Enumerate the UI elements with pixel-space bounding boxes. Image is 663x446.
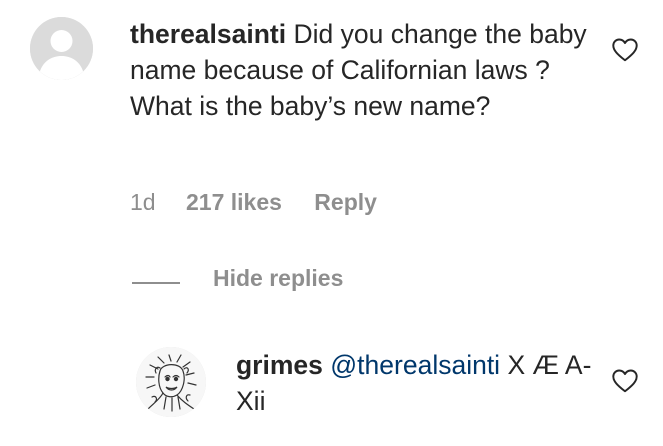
sketch-avatar-icon [136, 347, 206, 417]
like-heart-icon[interactable] [612, 38, 638, 62]
reply-button[interactable]: Reply [314, 189, 377, 216]
comment-timestamp[interactable]: 1d [130, 189, 156, 216]
reply-mention-link[interactable]: @therealsainti [330, 350, 500, 380]
reply-username[interactable]: grimes [236, 350, 323, 380]
replies-divider-line [132, 282, 180, 284]
comment-username[interactable]: therealsainti [130, 19, 286, 49]
reply-like-heart-icon[interactable] [612, 369, 638, 393]
comment-body: therealsainti Did you change the baby na… [130, 16, 600, 124]
reply-avatar[interactable] [136, 347, 206, 417]
hide-replies-button[interactable]: Hide replies [213, 265, 343, 292]
comment-likes-count[interactable]: 217 likes [186, 189, 282, 216]
reply-body: grimes @therealsainti X Æ A-Xii [236, 347, 596, 419]
comment-meta: 1d 217 likes Reply [130, 189, 377, 216]
commenter-avatar[interactable] [30, 17, 93, 80]
default-avatar-icon [30, 17, 93, 80]
comment-thread: therealsainti Did you change the baby na… [0, 0, 663, 446]
